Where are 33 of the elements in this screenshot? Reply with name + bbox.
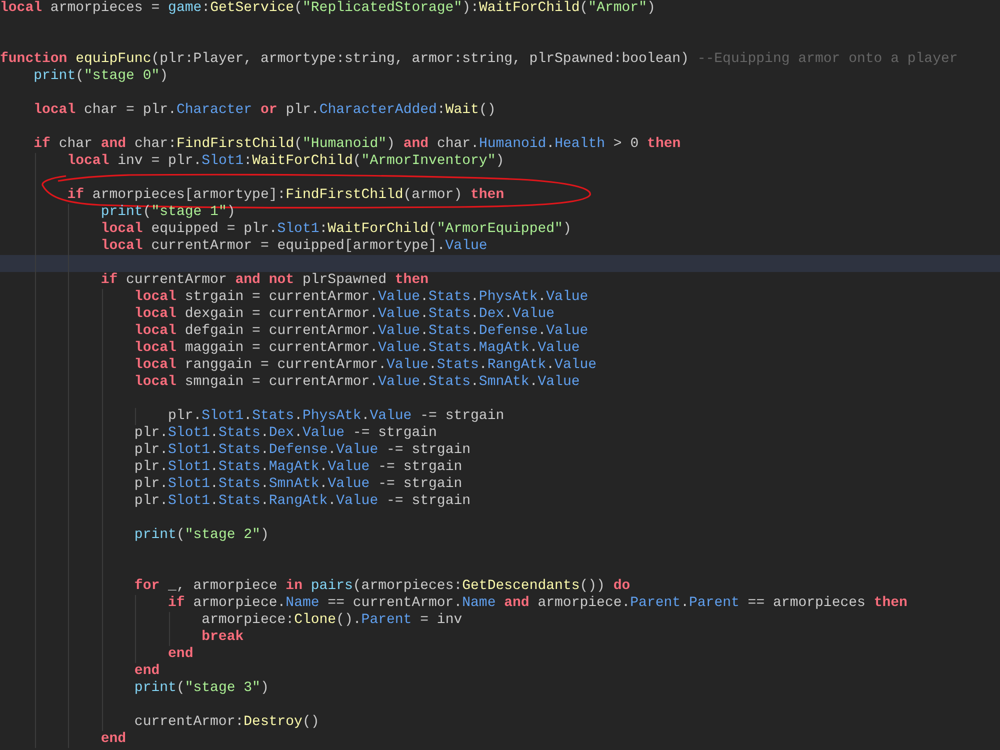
- code-line: local smngain = currentArmor.Value.Stats.SmnAtk.Value: [133, 374, 580, 391]
- code-line: local defgain = currentArmor.Value.Stats.Defense.Value: [133, 323, 588, 340]
- code-line: end: [167, 646, 194, 663]
- code-line: local char = plr.Character or plr.CharacterAdded:Wait(): [32, 102, 496, 119]
- code-line: local strgain = currentArmor.Value.Stats.PhysAtk.Value: [133, 289, 588, 306]
- code-line: if currentArmor and not plrSpawned then: [100, 272, 428, 289]
- code-line: local armorpieces = game:GetService("ReplicatedStorage"):WaitForChild("Armor"): [0, 0, 656, 17]
- code-line: local inv = plr.Slot1:WaitForChild("ArmorInventory"): [66, 153, 504, 170]
- code-line: currentArmor:Destroy(): [133, 714, 320, 731]
- code-line: local ranggain = currentArmor.Value.Stats.RangAtk.Value: [133, 357, 597, 374]
- code-line: plr.Slot1.Stats.MagAtk.Value -= strgain: [133, 459, 462, 476]
- code-line: function equipFunc(plr:Player, armortype:string, armor:string, plrSpawned:boolean) --Equipping armor onto a player: [0, 51, 958, 68]
- code-line: print("stage 2"): [133, 527, 269, 544]
- code-line: if armorpieces[armortype]:FindFirstChild(armor) then: [66, 187, 504, 204]
- code-line: plr.Slot1.Stats.Dex.Value -= strgain: [133, 425, 437, 442]
- code-line: print("stage 0"): [32, 68, 168, 85]
- code-line: plr.Slot1.Stats.SmnAtk.Value -= strgain: [133, 476, 462, 493]
- code-line: local dexgain = currentArmor.Value.Stats.Dex.Value: [133, 306, 555, 323]
- code-line: break: [200, 629, 244, 646]
- code-line: armorpiece:Clone().Parent = inv: [200, 612, 462, 629]
- code-line: print("stage 3"): [133, 680, 269, 697]
- code-line: print("stage 1"): [100, 204, 236, 221]
- code-line: plr.Slot1.Stats.RangAtk.Value -= strgain: [133, 493, 471, 510]
- code-line: if char and char:FindFirstChild("Humanoid") and char.Humanoid.Health > 0 then: [32, 136, 681, 153]
- code-line: local maggain = currentArmor.Value.Stats.MagAtk.Value: [133, 340, 580, 357]
- code-line: for _, armorpiece in pairs(armorpieces:GetDescendants()) do: [133, 578, 630, 595]
- code-line: local equipped = plr.Slot1:WaitForChild("ArmorEquipped"): [100, 221, 572, 238]
- code-line: end: [100, 731, 126, 748]
- code-line: plr.Slot1.Stats.PhysAtk.Value -= strgain: [167, 408, 504, 425]
- code-line: plr.Slot1.Stats.Defense.Value -= strgain: [133, 442, 471, 459]
- code-line: if armorpiece.Name == currentArmor.Name and armorpiece.Parent.Parent == armorpieces then: [167, 595, 908, 612]
- code-line: end: [133, 663, 160, 680]
- code-line: local currentArmor = equipped[armortype].Value: [100, 238, 488, 255]
